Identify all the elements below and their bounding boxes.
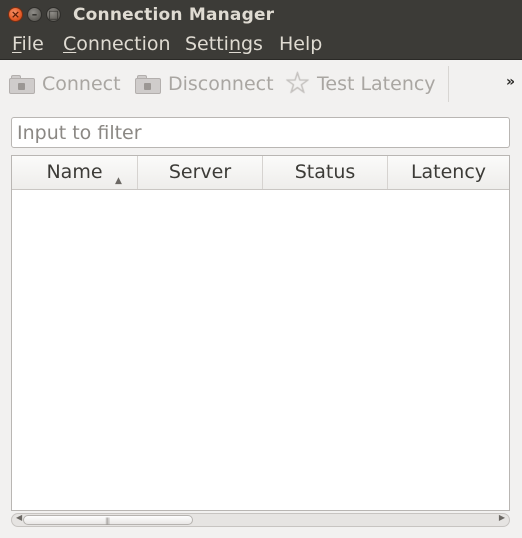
connect-label: Connect [42, 73, 121, 95]
folder-lock-icon [8, 72, 36, 96]
filter-input[interactable] [11, 117, 510, 148]
table-header: Name ▲ Server Status Latency [12, 156, 509, 190]
menu-settings[interactable]: Settings [185, 33, 263, 55]
menu-file[interactable]: File [12, 33, 44, 55]
window-title: Connection Manager [73, 5, 275, 25]
sort-ascending-icon: ▲ [115, 176, 122, 186]
menu-connection[interactable]: Connection [63, 33, 171, 55]
column-header-name[interactable]: Name ▲ [12, 156, 137, 189]
minimize-window-button[interactable]: – [27, 7, 42, 22]
star-icon: ☆ [284, 66, 311, 101]
toolbar-separator [448, 66, 449, 102]
test-latency-label: Test Latency [317, 73, 436, 95]
menu-settings-mnemonic: n [228, 33, 241, 55]
grip-icon: ||| [105, 517, 110, 525]
scroll-left-icon[interactable]: ◀ [16, 513, 22, 522]
toolbar-overflow-button[interactable]: » [506, 74, 515, 90]
disconnect-button[interactable]: Disconnect [134, 68, 274, 100]
maximize-icon: □ [48, 8, 59, 21]
toolbar: Connect Disconnect ☆ Test Latency » [0, 60, 522, 108]
menu-settings-label-post: gs [240, 33, 263, 55]
menu-bar: File Connection Settings Help [0, 30, 522, 60]
menu-settings-label-pre: Setti [185, 33, 229, 55]
column-header-status[interactable]: Status [262, 156, 387, 189]
folder-lock-icon [134, 72, 162, 96]
connections-table[interactable]: Name ▲ Server Status Latency [11, 155, 510, 511]
menu-file-mnemonic: F [12, 33, 22, 55]
maximize-window-button[interactable]: □ [46, 7, 61, 22]
scrollbar-thumb[interactable]: ||| [23, 515, 193, 525]
disconnect-label: Disconnect [168, 73, 274, 95]
column-header-latency[interactable]: Latency [387, 156, 509, 189]
column-header-server[interactable]: Server [137, 156, 262, 189]
connect-button[interactable]: Connect [8, 68, 121, 100]
horizontal-scrollbar[interactable]: ◀ ||| ▶ [11, 513, 510, 527]
menu-file-label: ile [21, 33, 44, 55]
title-bar: × – □ Connection Manager [0, 0, 522, 30]
close-window-button[interactable]: × [8, 7, 23, 22]
scroll-right-icon[interactable]: ▶ [499, 513, 505, 522]
menu-connection-label: onnection [76, 33, 171, 55]
column-header-name-label: Name [46, 161, 103, 183]
menu-help[interactable]: Help [279, 33, 322, 55]
menu-connection-mnemonic: C [63, 33, 77, 55]
minimize-icon: – [31, 8, 38, 21]
test-latency-button[interactable]: ☆ Test Latency [284, 68, 436, 100]
close-icon: × [10, 8, 21, 21]
